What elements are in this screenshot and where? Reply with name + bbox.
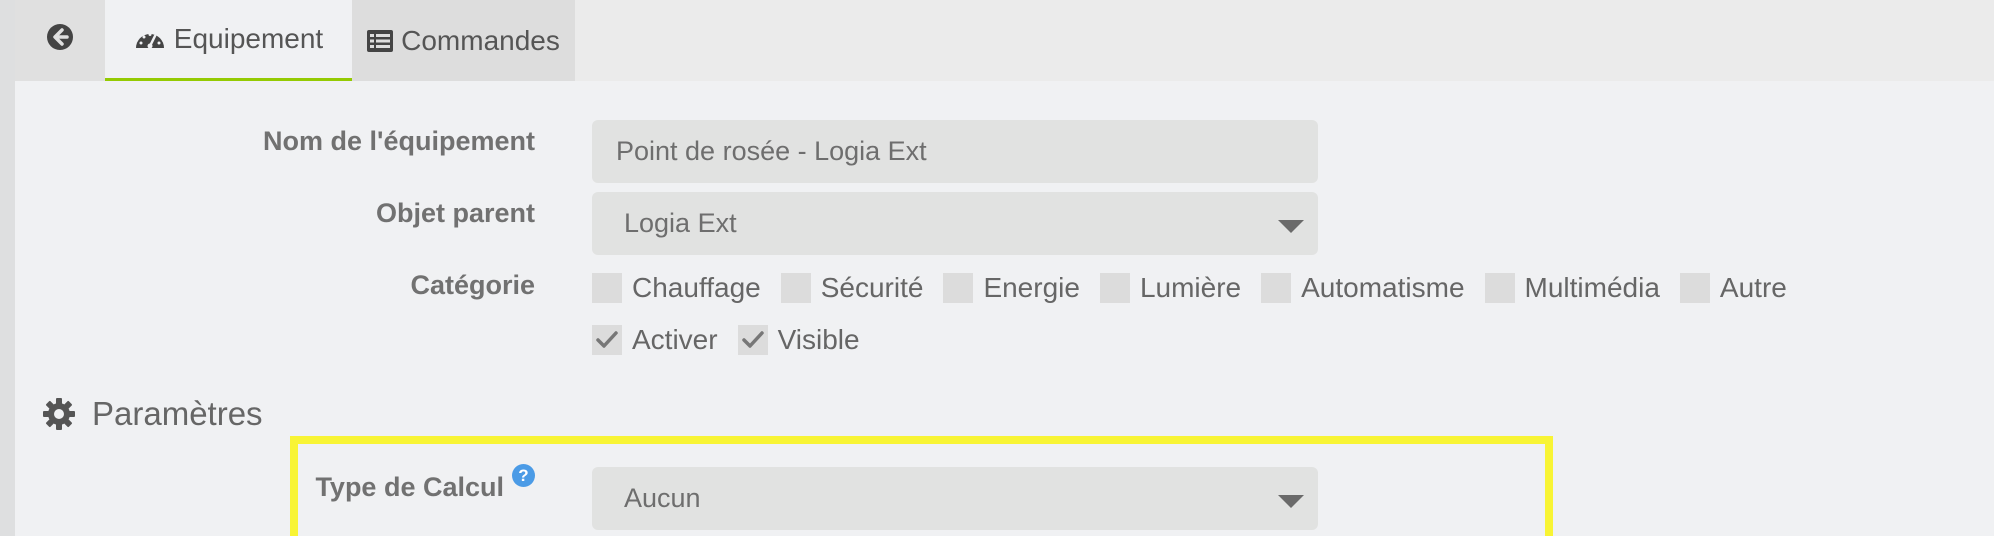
arrow-circle-left-icon (46, 23, 74, 58)
category-multimedia[interactable]: Multimédia (1484, 272, 1660, 304)
visible-checkbox[interactable]: Visible (737, 324, 860, 356)
category-multimedia-label: Multimédia (1524, 272, 1660, 303)
category-lumiere-label: Lumière (1139, 272, 1242, 303)
category-securite[interactable]: Sécurité (780, 272, 924, 304)
category-automatisme-label: Automatisme (1301, 272, 1465, 303)
checkbox[interactable] (1484, 273, 1515, 303)
back-button[interactable] (15, 0, 105, 81)
checkmark-icon (741, 331, 764, 348)
category-energie-label: Energie (983, 272, 1080, 303)
list-icon (367, 29, 394, 53)
category-lumiere[interactable]: Lumière (1099, 272, 1242, 304)
checkbox[interactable] (780, 273, 811, 303)
status-checkboxes: Activer Visible (592, 324, 880, 356)
checkbox[interactable] (1099, 273, 1130, 303)
tab-commandes-label: Commandes (401, 24, 560, 56)
parent-object-select[interactable]: Logia Ext (592, 192, 1318, 255)
category-automatisme[interactable]: Automatisme (1261, 272, 1465, 304)
checkbox[interactable] (592, 273, 622, 303)
tab-equipement-label: Equipement (173, 23, 324, 54)
category-chauffage-label: Chauffage (632, 272, 761, 303)
gear-icon (42, 397, 76, 431)
checkbox-checked[interactable] (592, 325, 622, 355)
category-securite-label: Sécurité (820, 272, 924, 303)
type-calcul-select[interactable]: Aucun (592, 467, 1318, 530)
equipment-name-input[interactable]: Point de rosée - Logia Ext (592, 120, 1318, 183)
parent-object-value: Logia Ext (624, 208, 737, 238)
checkbox[interactable] (1261, 273, 1292, 303)
parent-object-label: Objet parent (375, 198, 535, 228)
equipment-name-label: Nom de l'équipement (263, 126, 535, 156)
category-autre-label: Autre (1719, 272, 1787, 303)
chevron-down-icon (1278, 220, 1304, 233)
category-label: Catégorie (410, 270, 535, 300)
activer-checkbox[interactable]: Activer (592, 324, 718, 356)
parametres-section-title: Paramètres (42, 395, 263, 433)
tab-equipement[interactable]: Equipement (105, 0, 352, 81)
equipment-name-value: Point de rosée - Logia Ext (616, 136, 927, 166)
tab-commandes[interactable]: Commandes (352, 0, 575, 81)
checkbox-checked[interactable] (737, 325, 768, 355)
checkbox[interactable] (1679, 273, 1710, 303)
activer-label: Activer (632, 324, 718, 355)
category-energie[interactable]: Energie (943, 272, 1080, 304)
checkbox[interactable] (943, 273, 974, 303)
category-chauffage[interactable]: Chauffage (592, 272, 761, 304)
parametres-title-text: Paramètres (92, 395, 263, 432)
chevron-down-icon (1278, 495, 1304, 508)
type-calcul-label: Type de Calcul (315, 472, 504, 502)
question-circle-icon[interactable]: ? (512, 464, 535, 487)
visible-label: Visible (777, 324, 860, 355)
checkmark-icon (596, 331, 618, 348)
category-checkboxes: Chauffage Sécurité Energie Lumière Autom… (592, 272, 1807, 304)
category-autre[interactable]: Autre (1679, 272, 1787, 304)
left-edge-strip (0, 0, 15, 536)
type-calcul-value: Aucun (624, 483, 701, 513)
dashboard-gauge-icon (134, 26, 166, 52)
